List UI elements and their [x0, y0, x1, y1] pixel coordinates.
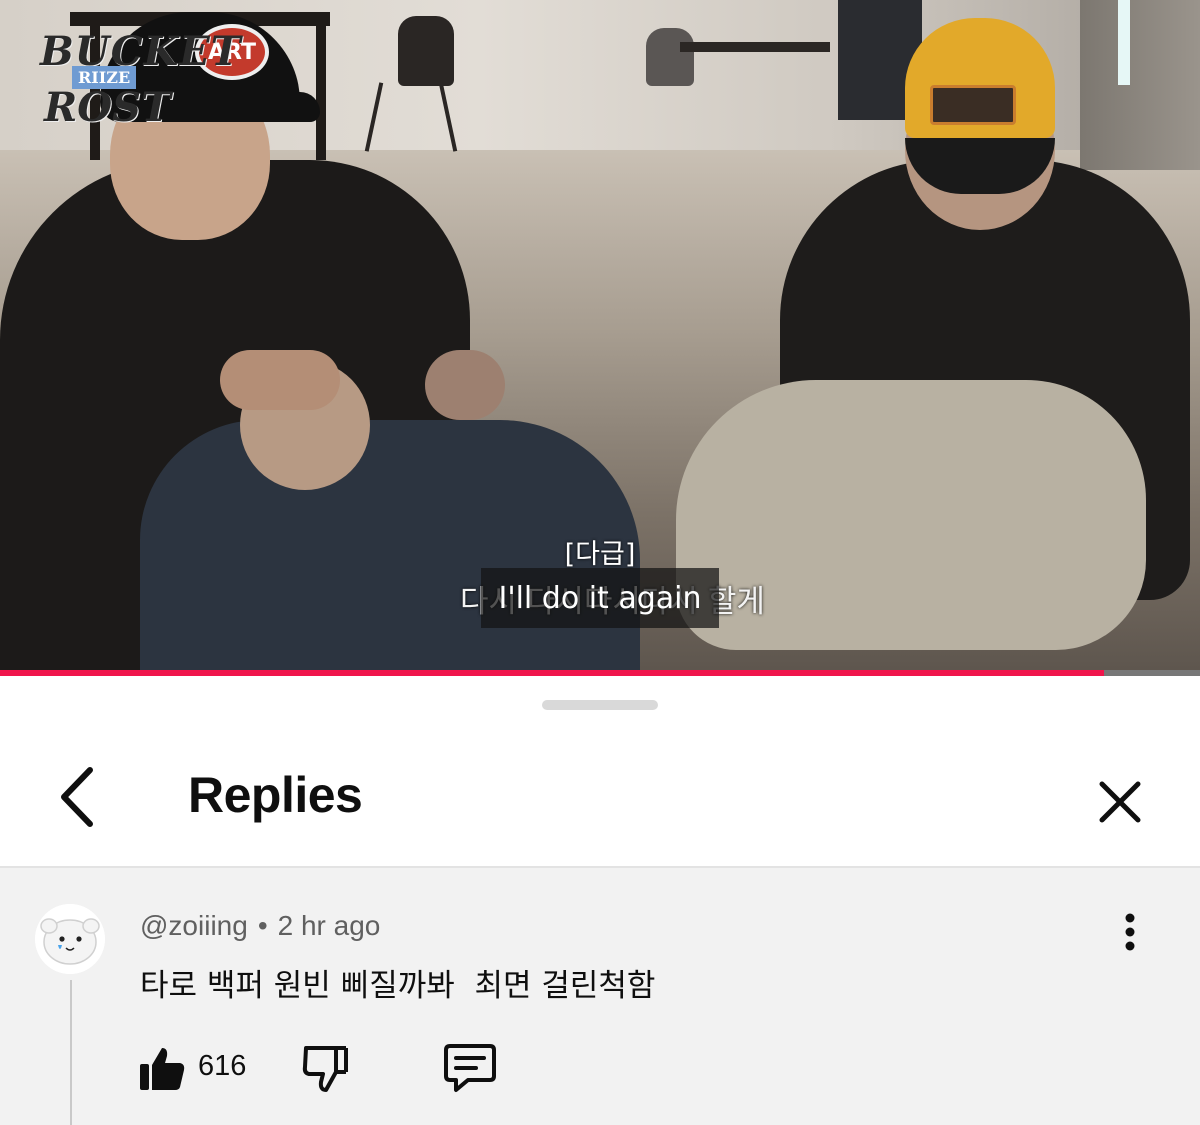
comment-item: @zoiiing • 2 hr ago 타로 백퍼 원빈 삐질까봐 최면 걸린척함 … — [0, 868, 1200, 1125]
subtitle-sound-cue: [다급] — [564, 539, 636, 570]
replies-sheet: Replies @zoiiing • 2 hr ago 타로 백퍼 원빈 삐질까… — [0, 676, 1200, 1125]
meta-separator: • — [257, 910, 268, 941]
close-icon — [1099, 781, 1141, 823]
comment-meta: @zoiiing • 2 hr ago — [140, 910, 380, 942]
logo-line2: ROST — [44, 84, 171, 131]
video-player[interactable]: ART BUCKET RIIZE ROST [다급] 다시 다시다시다시 할게 … — [0, 0, 1200, 672]
video-table-leg — [316, 20, 326, 160]
comment-author[interactable]: @zoiiing — [140, 910, 248, 941]
thumbs-down-icon — [302, 1046, 348, 1092]
raised-hand — [425, 350, 505, 420]
subtitle-english: I'll do it again — [481, 568, 719, 628]
more-vertical-icon — [1125, 913, 1135, 951]
video-light — [1118, 0, 1130, 85]
more-options-button[interactable] — [1112, 908, 1148, 964]
show-logo: BUCKET RIIZE ROST — [40, 28, 241, 138]
avatar[interactable] — [35, 904, 105, 974]
comment-text: 타로 백퍼 원빈 삐질까봐 최면 걸린척함 — [140, 968, 656, 1004]
video-chair — [398, 16, 454, 86]
video-desk — [680, 42, 830, 52]
thumbs-up-icon — [140, 1048, 185, 1090]
sheet-title: Replies — [188, 767, 363, 823]
dislike-button[interactable] — [300, 1042, 350, 1096]
video-pillar — [1080, 0, 1200, 170]
cap-left-brim — [200, 92, 320, 122]
cap-right-patch — [930, 85, 1016, 125]
video-chair — [646, 28, 694, 86]
reply-button[interactable] — [442, 1042, 498, 1094]
chevron-left-icon — [61, 767, 93, 827]
like-count: 616 — [198, 1050, 247, 1082]
hand-covering-eyes — [220, 350, 340, 410]
comment-time: 2 hr ago — [277, 910, 381, 941]
sheet-drag-handle[interactable] — [542, 700, 658, 710]
reply-bubble-icon — [444, 1044, 496, 1092]
logo-line1: BUCKET — [40, 28, 242, 75]
thread-line — [70, 980, 72, 1125]
avatar-character-icon — [35, 904, 105, 974]
close-button[interactable] — [1090, 772, 1150, 832]
back-button[interactable] — [50, 762, 110, 832]
like-button[interactable] — [138, 1044, 188, 1094]
